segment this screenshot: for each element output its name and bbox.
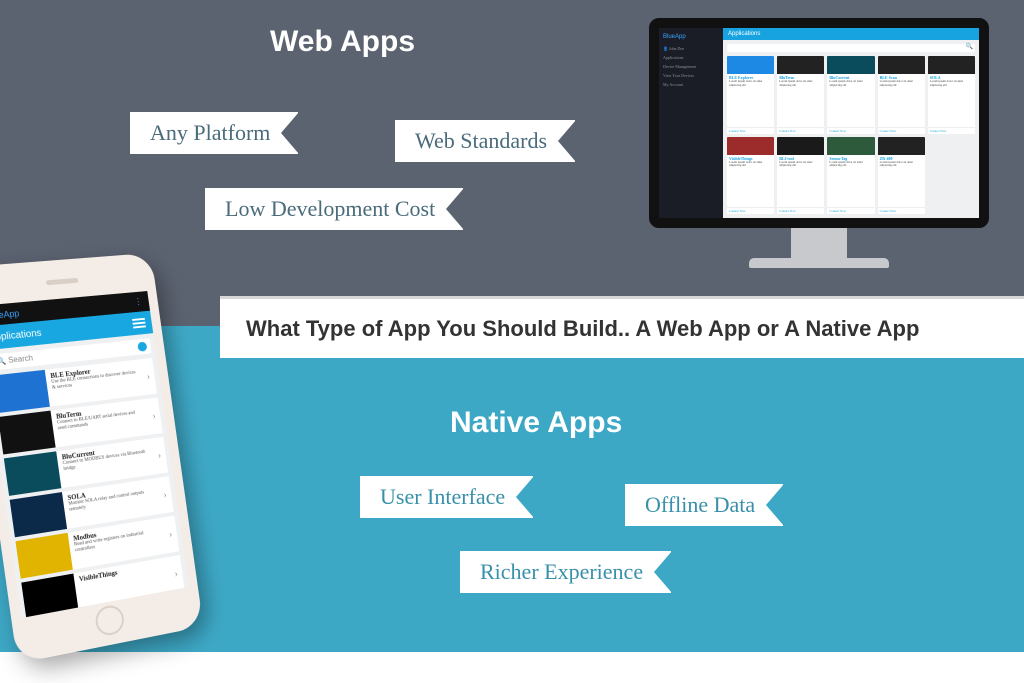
card-thumb: [777, 137, 824, 155]
app-card: SOLALorem ipsum dolor sit amet adipiscin…: [928, 56, 975, 134]
card-body: BLE ScanLorem ipsum dolor sit amet adipi…: [878, 74, 925, 127]
ribbon-web-standards: Web Standards: [395, 120, 575, 162]
app-grid: BLE ExplorerLorem ipsum dolor sit amet a…: [723, 56, 979, 218]
item-thumb: [10, 492, 67, 537]
card-body: VisibleThingsLorem ipsum dolor sit amet …: [727, 155, 774, 208]
card-footer: Connect Now: [928, 127, 975, 134]
card-footer: Connect Now: [878, 127, 925, 134]
phone-brand: BlueApp: [0, 308, 20, 321]
sidebar-item: Applications: [663, 55, 719, 60]
dashboard-header: Applications: [723, 28, 979, 40]
desktop-monitor: BlueApp 👤 John Doe Applications Device M…: [649, 18, 989, 268]
native-apps-title: Native Apps: [450, 406, 622, 440]
item-info: BLE ExplorerUse the BLE connections to d…: [45, 359, 145, 406]
app-card: BluTermLorem ipsum dolor sit amet adipis…: [777, 56, 824, 134]
phone-search-placeholder: Search: [8, 353, 34, 364]
app-card: BLE ExplorerLorem ipsum dolor sit amet a…: [727, 56, 774, 134]
card-footer: Connect Now: [777, 127, 824, 134]
card-thumb: [727, 56, 774, 74]
center-banner-text: What Type of App You Should Build.. A We…: [246, 316, 919, 342]
app-card: BluCurrentLorem ipsum dolor sit amet adi…: [827, 56, 874, 134]
phone-header-title: Applications: [0, 327, 42, 343]
item-thumb: [4, 451, 62, 496]
sidebar-item: View Your Devices: [663, 73, 719, 78]
search-icon: 🔍: [0, 356, 7, 366]
app-card: SensorTagLorem ipsum dolor sit amet adip…: [827, 137, 874, 215]
card-footer: Connect Now: [727, 127, 774, 134]
dashboard-sidebar: BlueApp 👤 John Doe Applications Device M…: [659, 28, 723, 218]
app-card: ZR-400Lorem ipsum dolor sit amet adipisc…: [878, 137, 925, 215]
ribbon-offline-data: Offline Data: [625, 484, 783, 526]
item-thumb: [21, 574, 78, 619]
card-thumb: [727, 137, 774, 155]
card-thumb: [878, 137, 925, 155]
sidebar-item: My Account: [663, 82, 719, 87]
app-card: BLI-toolLorem ipsum dolor sit amet adipi…: [777, 137, 824, 215]
center-banner: What Type of App You Should Build.. A We…: [220, 296, 1024, 358]
item-thumb: [15, 533, 72, 579]
search-bar: [727, 44, 975, 52]
card-body: BluTermLorem ipsum dolor sit amet adipis…: [777, 74, 824, 127]
card-thumb: [827, 56, 874, 74]
card-footer: Connect Now: [878, 207, 925, 214]
card-body: ZR-400Lorem ipsum dolor sit amet adipisc…: [878, 155, 925, 208]
card-thumb: [777, 56, 824, 74]
card-thumb: [928, 56, 975, 74]
card-body: SOLALorem ipsum dolor sit amet adipiscin…: [928, 74, 975, 127]
ribbon-low-dev-cost: Low Development Cost: [205, 188, 463, 230]
brand-logo: BlueApp: [663, 34, 719, 40]
item-thumb: [0, 370, 50, 413]
ribbon-any-platform: Any Platform: [130, 112, 298, 154]
ribbon-user-interface: User Interface: [360, 476, 533, 518]
item-thumb: [0, 411, 56, 455]
ribbon-richer-experience: Richer Experience: [460, 551, 671, 593]
card-body: BLI-toolLorem ipsum dolor sit amet adipi…: [777, 155, 824, 208]
app-card: VisibleThingsLorem ipsum dolor sit amet …: [727, 137, 774, 215]
card-body: SensorTagLorem ipsum dolor sit amet adip…: [827, 155, 874, 208]
card-footer: Connect Now: [827, 127, 874, 134]
card-body: BLE ExplorerLorem ipsum dolor sit amet a…: [727, 74, 774, 127]
card-thumb: [878, 56, 925, 74]
web-apps-title: Web Apps: [270, 25, 415, 59]
card-body: BluCurrentLorem ipsum dolor sit amet adi…: [827, 74, 874, 127]
dots-icon: ⋮: [134, 296, 144, 307]
sidebar-item: Device Management: [663, 64, 719, 69]
card-footer: Connect Now: [727, 207, 774, 214]
card-thumb: [827, 137, 874, 155]
app-card: BLE ScanLorem ipsum dolor sit amet adipi…: [878, 56, 925, 134]
card-footer: Connect Now: [777, 207, 824, 214]
phone-app-list: BLE ExplorerUse the BLE connections to d…: [0, 358, 189, 619]
menu-icon: [132, 316, 146, 330]
home-button-icon: [94, 603, 126, 637]
sidebar-user: 👤 John Doe: [663, 46, 719, 51]
card-footer: Connect Now: [827, 207, 874, 214]
